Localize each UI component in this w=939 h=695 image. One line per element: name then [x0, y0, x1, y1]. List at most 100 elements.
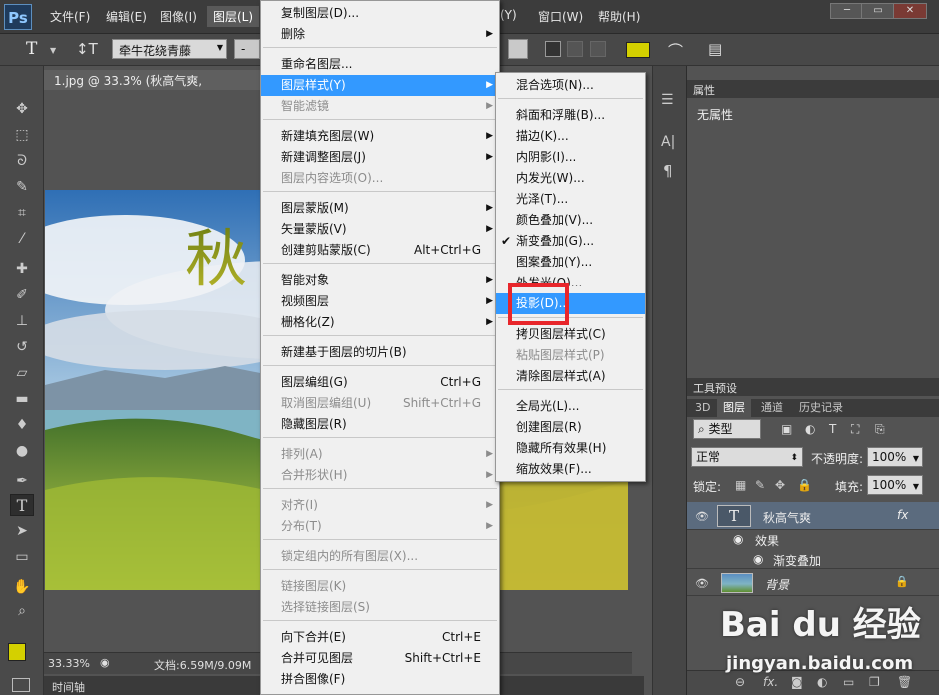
visibility-eye-icon[interactable]: 👁: [695, 577, 709, 590]
menu-pattern-overlay[interactable]: 图案叠加(Y)...: [496, 252, 645, 273]
menu-inner-glow[interactable]: 内发光(W)...: [496, 168, 645, 189]
menu-group-layers[interactable]: 图层编组(G) Ctrl+G: [261, 372, 499, 393]
menu-distribute[interactable]: 分布(T) ▶: [261, 516, 499, 537]
layer-filter-select[interactable]: ⌕ 类型: [693, 419, 761, 439]
layer-effects-row[interactable]: ◉ 效果: [721, 530, 939, 550]
menu-merge-down[interactable]: 向下合并(E) Ctrl+E: [261, 627, 499, 648]
panels-icon[interactable]: ▤: [708, 40, 722, 58]
lock-all-icon[interactable]: 🔒: [797, 478, 812, 492]
align-right-button[interactable]: [590, 41, 606, 57]
menu-satin[interactable]: 光泽(T)...: [496, 189, 645, 210]
menu-rasterize[interactable]: 栅格化(Z) ▶: [261, 312, 499, 333]
menu-arrange[interactable]: 排列(A) ▶: [261, 444, 499, 465]
lock-pixels-icon[interactable]: ✎: [755, 478, 765, 492]
menu-stroke[interactable]: 描边(K)...: [496, 126, 645, 147]
quick-mask-icon[interactable]: [12, 678, 30, 692]
menu-vector-mask[interactable]: 矢量蒙版(V) ▶: [261, 219, 499, 240]
close-button[interactable]: ✕: [893, 3, 927, 19]
menu-merge-visible[interactable]: 合并可见图层 Shift+Ctrl+E: [261, 648, 499, 669]
marquee-tool-icon[interactable]: ⬚: [10, 124, 34, 146]
brush-tool-icon[interactable]: ✐: [10, 284, 34, 306]
menu-clear-layer-style[interactable]: 清除图层样式(A): [496, 366, 645, 387]
fill-input[interactable]: 100% ▼: [867, 475, 923, 495]
menu-image[interactable]: 图像(I): [160, 8, 197, 25]
opacity-input[interactable]: 100% ▼: [867, 447, 923, 467]
layer-row-text[interactable]: 👁 T 秋高气爽 fx: [687, 502, 939, 530]
menu-hide-all-effects[interactable]: 隐藏所有效果(H): [496, 438, 645, 459]
blend-mode-select[interactable]: 正常 ⬍: [691, 447, 803, 467]
filter-smart-icon[interactable]: ⎘: [875, 422, 885, 437]
toggle-orientation-icon[interactable]: ↕T: [76, 40, 98, 58]
pen-tool-icon[interactable]: ✒: [10, 470, 34, 492]
type-tool-icon[interactable]: T: [10, 494, 34, 516]
visibility-eye-icon[interactable]: 👁: [695, 510, 709, 523]
text-color-swatch[interactable]: [626, 42, 650, 58]
tab-history[interactable]: 历史记录: [793, 399, 849, 417]
menu-duplicate-layer[interactable]: 复制图层(D)...: [261, 3, 499, 24]
dodge-tool-icon[interactable]: ●: [10, 440, 34, 462]
menu-layer-content-options[interactable]: 图层内容选项(O)...: [261, 168, 499, 189]
lock-transparent-icon[interactable]: ▦: [735, 478, 746, 492]
menu-layer[interactable]: 图层(L): [207, 6, 260, 27]
crop-tool-icon[interactable]: ⌗: [10, 202, 34, 224]
status-menu-icon[interactable]: ◉: [100, 656, 110, 669]
menu-layer-style[interactable]: 图层样式(Y) ▶: [261, 75, 499, 96]
font-family-select[interactable]: 牵牛花绕青藤 ▼: [112, 39, 227, 59]
menu-bevel-emboss[interactable]: 斜面和浮雕(B)...: [496, 105, 645, 126]
tab-channels[interactable]: 通道: [755, 399, 789, 417]
align-center-button[interactable]: [567, 41, 583, 57]
menu-lock-all-in-group[interactable]: 锁定组内的所有图层(X)...: [261, 546, 499, 567]
menu-view[interactable]: (Y): [500, 8, 517, 22]
menu-new-fill-layer[interactable]: 新建填充图层(W) ▶: [261, 126, 499, 147]
quick-select-tool-icon[interactable]: ✎: [10, 176, 34, 198]
effect-eye-icon[interactable]: ◉: [753, 552, 763, 566]
menu-select-linked-layers[interactable]: 选择链接图层(S): [261, 597, 499, 618]
path-select-tool-icon[interactable]: ➤: [10, 520, 34, 542]
menu-flatten-image[interactable]: 拼合图像(F): [261, 669, 499, 690]
filter-type-icon[interactable]: T: [829, 422, 836, 436]
fx-icon[interactable]: fx: [897, 508, 908, 522]
filter-shape-icon[interactable]: ⛶: [851, 422, 859, 437]
lasso-tool-icon[interactable]: ᘐ: [10, 150, 34, 172]
menu-create-layers[interactable]: 创建图层(R): [496, 417, 645, 438]
character-panel-icon[interactable]: A|: [661, 134, 675, 150]
menu-rename-layer[interactable]: 重命名图层...: [261, 54, 499, 75]
align-left-button[interactable]: [545, 41, 561, 57]
menu-new-slice[interactable]: 新建基于图层的切片(B): [261, 342, 499, 363]
menu-smart-filter[interactable]: 智能滤镜 ▶: [261, 96, 499, 117]
menu-layer-mask[interactable]: 图层蒙版(M) ▶: [261, 198, 499, 219]
blur-tool-icon[interactable]: ♦: [10, 414, 34, 436]
filter-adjustment-icon[interactable]: ◐: [805, 422, 815, 436]
tab-3d[interactable]: 3D: [689, 399, 716, 417]
menu-blending-options[interactable]: 混合选项(N)...: [496, 75, 645, 96]
document-tab[interactable]: 1.jpg @ 33.3% (秋高气爽, RGB/8#) *: [44, 70, 264, 103]
paragraph-panel-icon[interactable]: ¶: [663, 162, 673, 180]
menu-copy-layer-style[interactable]: 拷贝图层样式(C): [496, 324, 645, 345]
menu-paste-layer-style[interactable]: 粘贴图层样式(P): [496, 345, 645, 366]
history-panel-icon[interactable]: ☰: [661, 92, 674, 108]
gradient-overlay-effect-row[interactable]: ◉ 渐变叠加: [721, 550, 939, 570]
tab-layers[interactable]: 图层: [717, 399, 751, 417]
layer-row-background[interactable]: 👁 背景 🔒: [687, 568, 939, 596]
warp-text-icon[interactable]: ⌒: [668, 40, 683, 61]
zoom-level[interactable]: 33.33%: [48, 657, 90, 670]
shape-tool-icon[interactable]: ▭: [10, 546, 34, 568]
layer-name[interactable]: 秋高气爽: [763, 509, 811, 526]
properties-panel-header[interactable]: 属性: [687, 80, 939, 98]
menu-hide-layers[interactable]: 隐藏图层(R): [261, 414, 499, 435]
chevron-down-icon[interactable]: ▼: [50, 46, 56, 55]
menu-delete[interactable]: 删除 ▶: [261, 24, 499, 45]
eyedropper-tool-icon[interactable]: ⁄: [10, 228, 34, 250]
menu-gradient-overlay[interactable]: ✔ 渐变叠加(G)...: [496, 231, 645, 252]
lock-position-icon[interactable]: ✥: [775, 478, 785, 492]
gradient-tool-icon[interactable]: ▬: [10, 388, 34, 410]
healing-brush-tool-icon[interactable]: ✚: [10, 258, 34, 280]
zoom-tool-icon[interactable]: ⌕: [10, 600, 34, 622]
menu-ungroup-layers[interactable]: 取消图层编组(U) Shift+Ctrl+G: [261, 393, 499, 414]
clone-stamp-tool-icon[interactable]: ⊥: [10, 310, 34, 332]
hand-tool-icon[interactable]: ✋: [10, 576, 34, 598]
menu-scale-effects[interactable]: 缩放效果(F)...: [496, 459, 645, 480]
menu-clipping-mask[interactable]: 创建剪贴蒙版(C) Alt+Ctrl+G: [261, 240, 499, 261]
restore-button[interactable]: ▭: [861, 3, 895, 19]
font-style-select[interactable]: -: [234, 39, 260, 59]
